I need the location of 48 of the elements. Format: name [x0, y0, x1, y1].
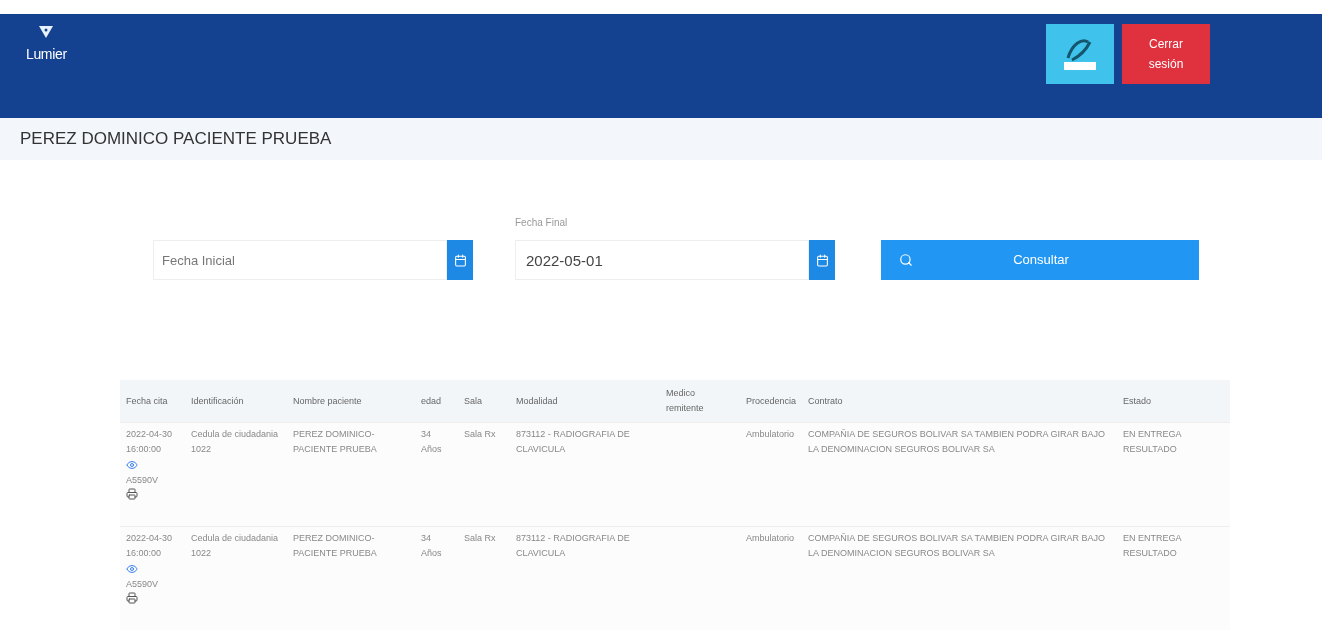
end-date-field[interactable]: 2022-05-01 [515, 240, 809, 280]
table-cell-text: A5590V [126, 474, 159, 487]
search-icon [899, 253, 913, 267]
table-cell: Ambulatorio [746, 429, 795, 439]
logout-button[interactable]: Cerrar sesión [1122, 24, 1210, 84]
calendar-icon [453, 253, 467, 267]
printer-icon[interactable] [126, 488, 138, 500]
table-cell: 873112 - RADIOGRAFIA DE CLAVICULA [516, 533, 630, 558]
logo-icon [39, 26, 54, 38]
eye-icon[interactable] [126, 563, 138, 575]
end-date-label: Fecha Final [515, 216, 569, 230]
table-cell: 34 Años [421, 429, 442, 454]
table-cell: 873112 - RADIOGRAFIA DE CLAVICULA [516, 429, 630, 454]
column-header: Medico remitente [666, 388, 704, 413]
column-header: Contrato [808, 395, 843, 406]
table-cell: PEREZ DOMINICO-PACIENTE PRUEBA [293, 533, 377, 558]
start-date-field[interactable]: Fecha Inicial [153, 240, 447, 280]
calendar-button[interactable] [447, 240, 473, 280]
table-cell: Cedula de ciudadania 1022 [191, 429, 279, 454]
table-cell: PEREZ DOMINICO-PACIENTE PRUEBA [293, 429, 377, 454]
column-header: Estado [1123, 395, 1152, 406]
table-cell: 34 Años [421, 533, 442, 558]
eye-icon[interactable] [126, 459, 138, 471]
softman-logo-icon [1046, 24, 1114, 84]
column-header: Sala [464, 395, 482, 406]
table-cell: EN ENTREGA RESULTADO [1123, 429, 1181, 454]
table-cell: COMPAÑIA DE SEGUROS BOLIVAR SA TAMBIEN PODRA GIRAR BAJO LA DENOMINACION SEGUROS BOLIVAR SA [808, 533, 1105, 558]
search-button[interactable]: Consultar [881, 240, 1199, 280]
table-cell: EN ENTREGA RESULTADO [1123, 533, 1181, 558]
patient-name: PEREZ DOMINICO PACIENTE PRUEBA [20, 128, 332, 151]
column-header: Nombre paciente [293, 395, 362, 406]
table-cell: Sala Rx [464, 429, 496, 439]
brand-name: Lumier [26, 45, 67, 64]
table-cell: Ambulatorio [746, 533, 795, 543]
column-header: edad [421, 395, 442, 406]
printer-icon[interactable] [126, 592, 138, 604]
calendar-icon [815, 253, 829, 267]
column-header: Fecha cita [126, 395, 168, 406]
table-cell: Cedula de ciudadania 1022 [191, 533, 279, 558]
calendar-button[interactable] [809, 240, 835, 280]
table-cell-text: 2022-04-30 16:00:00 [126, 532, 174, 560]
table-cell-text: 2022-04-30 16:00:00 [126, 428, 174, 456]
column-header: Procedencia [746, 395, 797, 406]
column-header: Identificación [191, 395, 244, 406]
table-cell: Sala Rx [464, 533, 496, 543]
table-cell-text: A5590V [126, 578, 159, 591]
table-cell: COMPAÑIA DE SEGUROS BOLIVAR SA TAMBIEN PODRA GIRAR BAJO LA DENOMINACION SEGUROS BOLIVAR SA [808, 429, 1105, 454]
column-header: Modalidad [516, 395, 558, 406]
